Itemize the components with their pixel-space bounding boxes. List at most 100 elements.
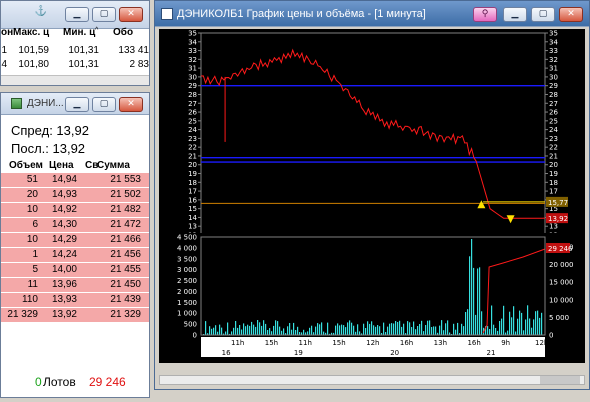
maximize-button[interactable]: ▢ (92, 7, 116, 22)
volume-bar (279, 326, 281, 335)
volume-tick-label-left: 4 000 (177, 244, 197, 252)
chart-window-title: ДЭНИКОЛБ1 График цены и объёма - [1 мину… (177, 8, 426, 20)
col-header-price[interactable]: Цена (49, 160, 74, 171)
volume-bar (295, 330, 297, 335)
volume-bar (269, 328, 271, 335)
volume-bar (419, 324, 421, 335)
minimize-button[interactable]: ▁ (65, 97, 89, 112)
orderbook-row[interactable]: 5 14,00 21 455 (1, 263, 149, 277)
orderbook-price: 13,93 (51, 294, 77, 305)
maximize-button[interactable]: ▢ (531, 7, 555, 22)
price-tick-label-left: 34 (188, 38, 197, 46)
col-header-sum[interactable]: Сумма (97, 160, 130, 171)
volume-bar (495, 328, 497, 335)
table-row[interactable]: 1 101,59 101,31 133 41 (1, 45, 149, 59)
volume-bar (397, 322, 399, 335)
volume-bar (443, 330, 445, 335)
price-tick-label-right: 24 (549, 126, 558, 134)
top-small-window-titlebar[interactable]: ⚓ ▁ ▢ ✕ (1, 1, 149, 29)
col-header[interactable]: Макс. ц (13, 27, 49, 38)
volume-bar (493, 324, 495, 335)
orderbook-volume: 20 (26, 189, 38, 200)
orderbook-sum: 21 455 (110, 264, 141, 275)
volume-bar (241, 329, 243, 335)
col-header[interactable]: Обо (113, 27, 133, 38)
orderbook-titlebar[interactable]: ДЭНИ... ▁ ▢ ✕ (1, 93, 149, 115)
price-tick-label-left: 16 (188, 196, 197, 204)
price-tick-label-left: 28 (188, 91, 197, 99)
volume-tick-label-left: 0 (193, 332, 197, 340)
orderbook-row[interactable]: 110 13,93 21 439 (1, 293, 149, 307)
price-tick-label-right: 29 (549, 82, 558, 90)
orderbook-row[interactable]: 20 14,93 21 502 (1, 188, 149, 202)
volume-chart[interactable]: 4 500 4 000 3 500 3 000 2 500 2 000 1 500 1 000… (159, 233, 585, 363)
volume-bar (319, 324, 321, 335)
close-button[interactable]: ✕ (119, 7, 143, 22)
time-tick-label: 12h (535, 339, 548, 347)
col-header[interactable]: Мин. ц (63, 27, 95, 38)
orderbook-row[interactable]: 51 14,94 21 553 (1, 173, 149, 187)
chart-scrollbar[interactable] (159, 375, 585, 385)
time-tick-label: 15h (265, 339, 278, 347)
scrollbar-thumb[interactable] (540, 376, 580, 384)
volume-bar (417, 326, 419, 335)
minimize-button[interactable]: ▁ (503, 7, 527, 22)
pin-icon[interactable]: ⚲ (473, 7, 497, 22)
orderbook-row[interactable]: 1 14,24 21 456 (1, 248, 149, 262)
volume-tick-label-left: 4 500 (177, 234, 197, 242)
orderbook-header: Объем Цена Св Сумма (1, 159, 149, 173)
price-tick-label-left: 20 (188, 161, 197, 169)
volume-bar (237, 327, 239, 335)
orderbook-row[interactable]: 6 14,30 21 472 (1, 218, 149, 232)
volume-bar (487, 326, 489, 335)
volume-bar (239, 325, 241, 335)
orderbook-price: 14,30 (51, 219, 77, 230)
col-header[interactable]: он (1, 27, 13, 38)
col-header-volume[interactable]: Объем (9, 160, 43, 171)
volume-bar (529, 318, 531, 335)
volume-bar (227, 322, 229, 335)
volume-tick-label-left: 2 500 (177, 277, 197, 285)
cell: 4 (1, 59, 7, 70)
volume-bar (509, 311, 511, 335)
orderbook-price: 14,93 (51, 189, 77, 200)
orderbook-sum: 21 456 (110, 249, 141, 260)
price-tick-label-right: 13 (549, 223, 558, 231)
volume-tick-label-right: 20 000 (549, 261, 574, 269)
volume-bar (463, 326, 465, 335)
volume-bar (245, 326, 247, 335)
volume-bar (539, 317, 541, 335)
volume-bar (377, 325, 379, 335)
orderbook-row[interactable]: 11 13,96 21 450 (1, 278, 149, 292)
time-tick-label: 9h (501, 339, 510, 347)
horizontal-scrollbar[interactable] (1, 75, 149, 85)
volume-bar (445, 323, 447, 335)
volume-bar (491, 305, 493, 335)
orderbook-row[interactable]: 10 14,29 21 466 (1, 233, 149, 247)
maximize-button[interactable]: ▢ (92, 97, 116, 112)
sell-marker-icon (506, 215, 515, 224)
price-tick-label-right: 32 (549, 56, 558, 64)
price-chart[interactable]: 3534333231302928272625242322212019181716… (159, 29, 585, 249)
minimize-button[interactable]: ▁ (65, 7, 89, 22)
volume-bar (233, 327, 235, 335)
volume-bar (309, 327, 311, 335)
price-tick-label-left: 31 (188, 65, 197, 73)
volume-bar (391, 323, 393, 335)
volume-bar (435, 326, 437, 335)
volume-bar (315, 326, 317, 335)
close-button[interactable]: ✕ (559, 7, 583, 22)
volume-bar (211, 328, 213, 335)
price-tick-label-left: 29 (188, 82, 197, 90)
price-tick-label-left: 27 (188, 100, 197, 108)
orderbook-row[interactable]: 10 14,92 21 482 (1, 203, 149, 217)
chart-titlebar[interactable]: ДЭНИКОЛБ1 График цены и объёма - [1 мину… (155, 1, 589, 27)
price-tick-label-left: 19 (188, 170, 197, 178)
close-button[interactable]: ✕ (119, 97, 143, 112)
anchor-icon[interactable]: ⚓ (31, 6, 51, 21)
orderbook-row[interactable]: 21 329 13,92 21 329 (1, 308, 149, 322)
price-tick-label-left: 21 (188, 152, 197, 160)
orderbook-price: 14,94 (51, 174, 77, 185)
table-row[interactable]: 4 101,80 101,31 2 83 (1, 59, 149, 73)
volume-bar (507, 330, 509, 335)
